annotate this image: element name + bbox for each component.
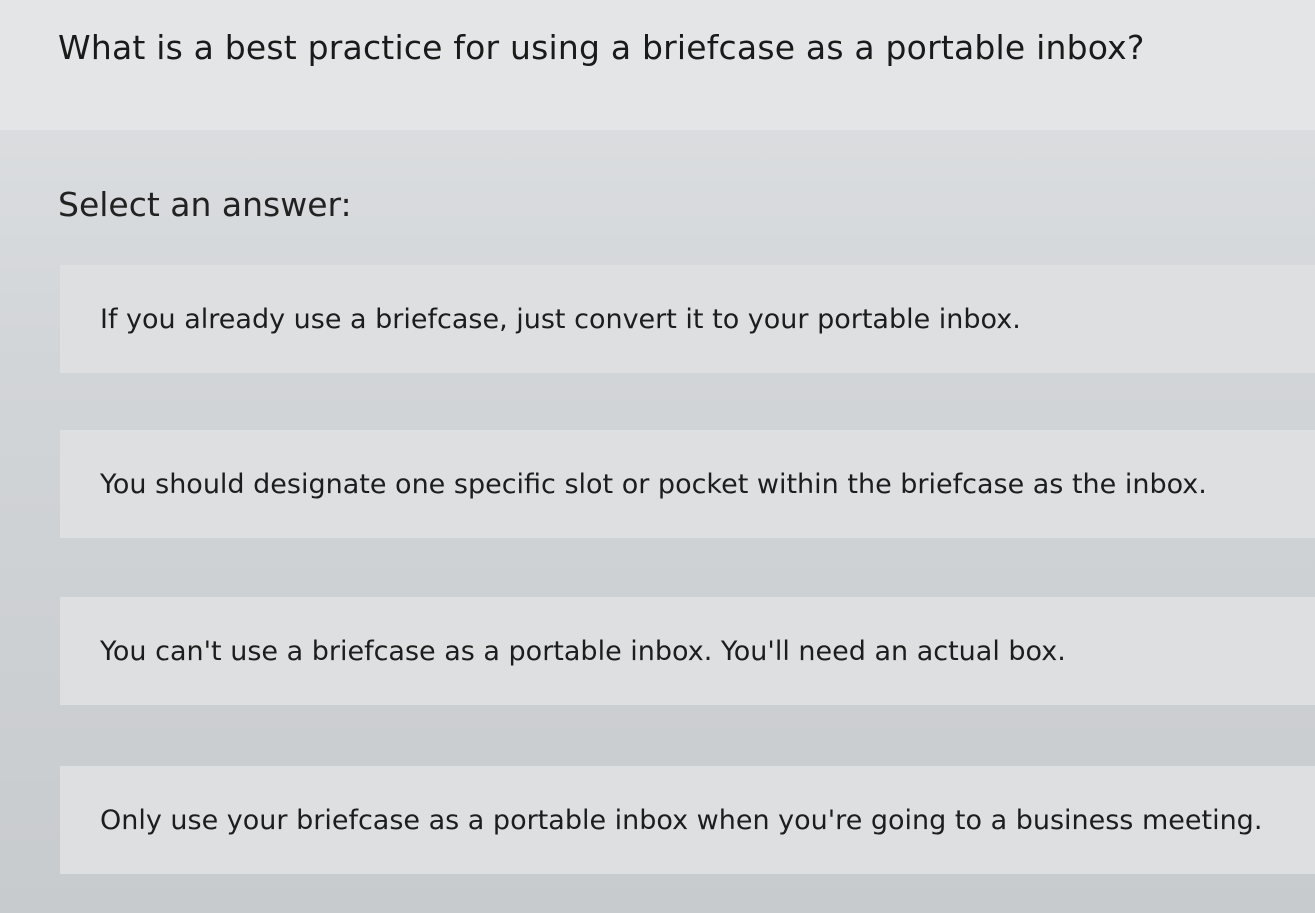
answer-option-1[interactable]: If you already use a briefcase, just con… [60,265,1315,373]
question-text: What is a best practice for using a brie… [58,28,1145,67]
quiz-page: What is a best practice for using a brie… [0,0,1315,913]
question-header: What is a best practice for using a brie… [0,0,1315,130]
answer-option-2[interactable]: You should designate one specific slot o… [60,430,1315,538]
answer-option-3[interactable]: You can't use a briefcase as a portable … [60,597,1315,705]
select-answer-label: Select an answer: [58,185,352,224]
answer-option-4[interactable]: Only use your briefcase as a portable in… [60,766,1315,874]
